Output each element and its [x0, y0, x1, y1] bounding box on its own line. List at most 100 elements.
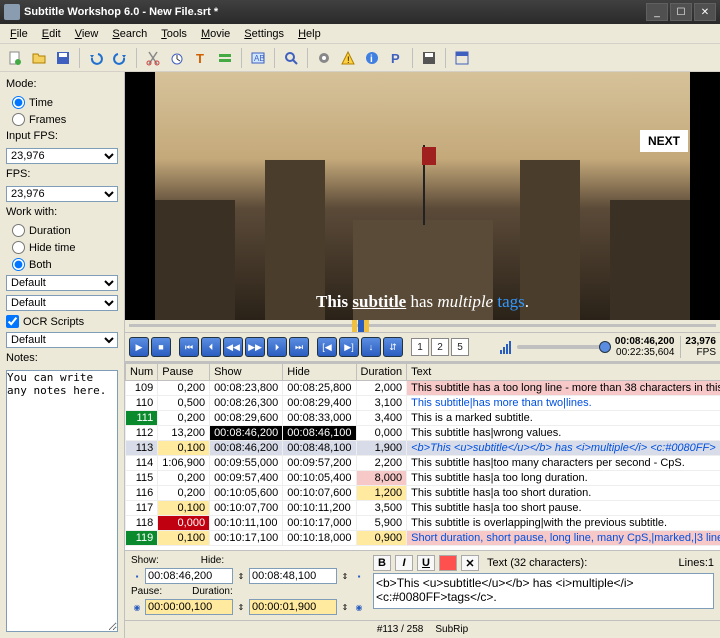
fps-select[interactable]: 23,976 — [6, 186, 118, 202]
table-row[interactable]: 1100,50000:08:26,30000:08:29,4003,100Thi… — [126, 396, 720, 411]
undo-button[interactable] — [85, 47, 107, 69]
video-preview[interactable]: NEXT This subtitle has multiple tags. — [125, 72, 720, 320]
speed2-button[interactable]: 2 — [431, 338, 449, 356]
search-button[interactable] — [280, 47, 302, 69]
col-show[interactable]: Show — [210, 364, 283, 381]
status-position: #113 / 258 — [377, 624, 424, 635]
split-sub-button[interactable]: ⇵ — [383, 337, 403, 357]
col-pause[interactable]: Pause — [158, 364, 210, 381]
menu-file[interactable]: File — [4, 26, 34, 42]
table-row[interactable]: 1150,20000:09:57,40000:10:05,4008,000Thi… — [126, 471, 720, 486]
notes-textarea[interactable]: You can write any notes here. — [6, 370, 118, 632]
insert-sub-button[interactable]: ↓ — [361, 337, 381, 357]
save-alt-button[interactable] — [418, 47, 440, 69]
layout-button[interactable] — [451, 47, 473, 69]
work-duration-label: Duration — [29, 225, 71, 237]
seek-fwd-button[interactable]: ▶▶ — [245, 337, 265, 357]
close-button[interactable]: ✕ — [694, 3, 716, 21]
work-both-radio[interactable] — [12, 258, 25, 271]
pascal-button[interactable]: P — [385, 47, 407, 69]
text-button[interactable]: T — [190, 47, 212, 69]
ocr-checkbox[interactable] — [6, 315, 19, 328]
open-file-button[interactable] — [28, 47, 50, 69]
col-duration[interactable]: Duration — [356, 364, 407, 381]
settings-button[interactable] — [313, 47, 335, 69]
forward-button[interactable]: ⏭ — [289, 337, 309, 357]
rewind-button[interactable]: ⏮ — [179, 337, 199, 357]
menu-edit[interactable]: Edit — [36, 26, 67, 42]
step-back-button[interactable]: ⏴ — [201, 337, 221, 357]
menu-settings[interactable]: Settings — [238, 26, 290, 42]
seek-bar[interactable] — [129, 320, 716, 332]
marker-out-button[interactable]: ▶] — [339, 337, 359, 357]
mode-time-radio[interactable] — [12, 96, 25, 109]
new-file-button[interactable] — [4, 47, 26, 69]
mode-frames-radio[interactable] — [12, 113, 25, 126]
underline-button[interactable]: U — [417, 555, 435, 571]
style2-select[interactable]: Default — [6, 295, 118, 311]
stop-button[interactable]: ■ — [151, 337, 171, 357]
status-bar: #113 / 258 SubRip — [125, 620, 720, 638]
timing-button[interactable] — [166, 47, 188, 69]
table-row[interactable]: 1160,20000:10:05,60000:10:07,6001,200Thi… — [126, 486, 720, 501]
subtitles-button[interactable] — [214, 47, 236, 69]
seek-back-button[interactable]: ◀◀ — [223, 337, 243, 357]
marker-in-button[interactable]: [◀ — [317, 337, 337, 357]
table-row[interactable]: 1141:06,90000:09:55,00000:09:57,2002,200… — [126, 456, 720, 471]
cut-button[interactable] — [142, 47, 164, 69]
svg-text:P: P — [391, 51, 400, 66]
col-text[interactable]: Text — [407, 364, 720, 381]
ocr-select[interactable]: Default — [6, 332, 118, 348]
hide-label: Hide: — [201, 555, 224, 566]
bold-button[interactable]: B — [373, 555, 391, 571]
subtitle-text-input[interactable]: <b>This <u>subtitle</u></b> has <i>multi… — [373, 573, 714, 609]
translate-button[interactable]: AB — [247, 47, 269, 69]
save-file-button[interactable] — [52, 47, 74, 69]
table-row[interactable]: 1130,10000:08:46,20000:08:48,1001,900<b>… — [126, 441, 720, 456]
ocr-label: OCR Scripts — [23, 316, 84, 328]
work-hide-radio[interactable] — [12, 241, 25, 254]
table-row[interactable]: 1170,10000:10:07,70000:10:11,2003,500Thi… — [126, 501, 720, 516]
info-button[interactable]: i — [361, 47, 383, 69]
italic-button[interactable]: I — [395, 555, 413, 571]
speed1-button[interactable]: 1 — [411, 338, 429, 356]
mode-frames-label: Frames — [29, 114, 66, 126]
show-input[interactable] — [145, 568, 233, 584]
menu-help[interactable]: Help — [292, 26, 327, 42]
play-button[interactable]: ▶ — [129, 337, 149, 357]
work-hide-label: Hide time — [29, 242, 75, 254]
volume-slider[interactable] — [517, 345, 607, 349]
clear-fmt-button[interactable]: ✕ — [461, 555, 479, 571]
subtitle-grid[interactable]: NumPauseShowHideDurationText 1090,20000:… — [125, 362, 720, 550]
menu-tools[interactable]: Tools — [155, 26, 193, 42]
style1-select[interactable]: Default — [6, 275, 118, 291]
hide-input[interactable] — [249, 568, 337, 584]
status-format: SubRip — [435, 624, 468, 635]
table-row[interactable]: 1110,20000:08:29,60000:08:33,0003,400Thi… — [126, 411, 720, 426]
warning-button[interactable]: ! — [337, 47, 359, 69]
minimize-button[interactable]: _ — [646, 3, 668, 21]
table-row[interactable]: 1180,00000:10:11,10000:10:17,0005,900Thi… — [126, 516, 720, 531]
next-button[interactable]: NEXT — [640, 130, 688, 152]
mode-time-label: Time — [29, 97, 53, 109]
menu-search[interactable]: Search — [106, 26, 153, 42]
table-row[interactable]: 1190,10000:10:17,10000:10:18,0000,900Sho… — [126, 531, 720, 546]
pause-input[interactable] — [145, 599, 233, 615]
maximize-button[interactable]: ☐ — [670, 3, 692, 21]
redo-button[interactable] — [109, 47, 131, 69]
col-num[interactable]: Num — [126, 364, 158, 381]
speed5-button[interactable]: 5 — [451, 338, 469, 356]
duration-input[interactable] — [249, 599, 337, 615]
menu-view[interactable]: View — [69, 26, 105, 42]
menu-movie[interactable]: Movie — [195, 26, 236, 42]
color-button[interactable] — [439, 555, 457, 571]
table-row[interactable]: 11213,20000:08:46,20000:08:46,1000,000Th… — [126, 426, 720, 441]
volume-icon — [500, 340, 511, 354]
svg-text:!: ! — [347, 55, 350, 65]
work-duration-radio[interactable] — [12, 224, 25, 237]
step-fwd-button[interactable]: ⏵ — [267, 337, 287, 357]
col-hide[interactable]: Hide — [283, 364, 356, 381]
edit-bar: Show:Hide: ▪ ⇕ ⇕ ▪ Pause:Duration: ◉ ⇕ ⇕ — [125, 550, 720, 620]
table-row[interactable]: 1090,20000:08:23,80000:08:25,8002,000Thi… — [126, 381, 720, 396]
input-fps-select[interactable]: 23,976 — [6, 148, 118, 164]
